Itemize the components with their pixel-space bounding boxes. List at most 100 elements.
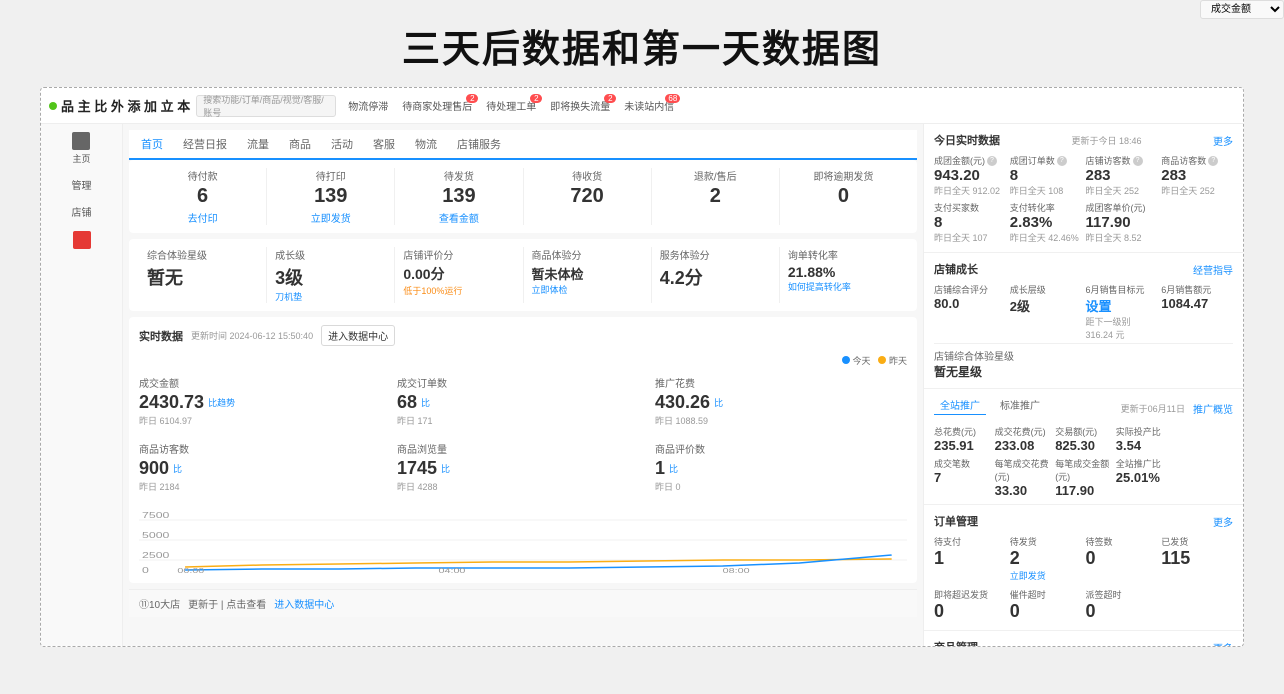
rating-sub[interactable]: 立即体检 [532, 283, 643, 296]
center-content: 首页 经营日报 流量 商品 活动 客服 物流 店铺服务 待付款 6 去付印 待打… [123, 124, 923, 646]
search-box[interactable]: 搜索功能/订单/商品/视觉/客服/账号 [196, 95, 336, 117]
metric-pageviews: 商品浏览量 1745 比 昨日 4288 [397, 437, 649, 497]
today-value: 283 [1086, 167, 1158, 184]
main-tabs: 首页 经营日报 流量 商品 活动 客服 物流 店铺服务 [129, 130, 917, 160]
rating-score: 店铺评价分 0.00分 低于100%运行 [395, 247, 523, 303]
tab-goods[interactable]: 商品 [285, 130, 315, 158]
nav-item-aftersale[interactable]: 待商家处理售后 2 [396, 96, 478, 115]
info-icon[interactable]: ? [1208, 156, 1218, 166]
nav-item-logistics[interactable]: 物流停滞 [342, 96, 394, 115]
rating-value: 0.00分 [403, 264, 514, 284]
growth-value-set[interactable]: 设置 [1086, 296, 1158, 315]
rating-sub[interactable]: 低于100%运行 [403, 284, 514, 297]
stat-link[interactable]: 查看金额 [403, 210, 514, 225]
sidebar-item-manage[interactable]: 管理 [72, 177, 92, 192]
growth-title: 店铺成长 [934, 261, 978, 277]
svg-text:08:00: 08:00 [723, 567, 750, 575]
order-value: 1 [934, 548, 1006, 569]
realtime-header: 实时数据 更新时间 2024-06-12 15:50:40 进入数据中心 [139, 325, 907, 346]
exp-value: 暂无星级 [934, 363, 1233, 380]
order-link[interactable]: 立即发货 [1010, 569, 1082, 582]
realtime-section: 实时数据 更新时间 2024-06-12 15:50:40 进入数据中心 今天 … [129, 317, 917, 583]
exp-title: 店铺综合体验星级 [934, 348, 1233, 363]
order-value: 115 [1161, 548, 1233, 569]
promo-grid-row1: 总花费(元) 235.91 成交花费(元) 233.08 交易额(元) 825.… [934, 425, 1233, 453]
today-realtime-section: 今日实时数据 更新于今日 18:46 更多 成团金额(元) ? 943.20 昨… [924, 124, 1243, 253]
rating-conversion: 询单转化率 21.88% 如何提高转化率 [780, 247, 907, 303]
svg-text:5000: 5000 [142, 532, 170, 540]
info-icon[interactable]: ? [1057, 156, 1067, 166]
order-shipped: 已发货 115 [1161, 535, 1233, 582]
growth-value: 2级 [1010, 296, 1082, 315]
chart-area: 7500 5000 2500 0 00:00 04:00 08:00 [139, 505, 907, 575]
main-content: 主页 管理 店铺 首页 经营日报 流量 商品 活动 客服 物流 店铺服务 [41, 124, 1243, 646]
stat-overdue: 即将逾期发货 0 [780, 168, 907, 225]
order-more[interactable]: 更多 [1213, 514, 1233, 529]
metric-value: 900 [139, 458, 169, 479]
sidebar-icon-home[interactable]: 主页 [72, 132, 90, 165]
store-growth-section: 店铺成长 经营指导 店铺综合评分 80.0 成长层级 2级 6月销售目标元 设置 [924, 253, 1243, 389]
rating-label: 服务体验分 [660, 247, 771, 262]
nav-item-traffic[interactable]: 即将换失流量 2 [544, 96, 616, 115]
realtime-meta: 更新时间 2024-06-12 15:50:40 [191, 329, 313, 342]
promo-value: 825.30 [1055, 438, 1112, 453]
bottom-sub: 更新于 | 点击查看 [188, 596, 266, 611]
tab-traffic[interactable]: 流量 [243, 130, 273, 158]
enter-data-center-button[interactable]: 进入数据中心 [321, 325, 395, 346]
order-label: 待支付 [934, 535, 1006, 548]
today-header: 今日实时数据 更新于今日 18:46 更多 [934, 132, 1233, 148]
stat-link[interactable]: 去付印 [147, 210, 258, 225]
stat-label: 退款/售后 [660, 168, 771, 183]
today-item-orders: 成团订单数 ? 8 昨日全天 108 [1010, 154, 1082, 197]
metric-trend[interactable]: 比 [441, 462, 450, 475]
nav-label: 待处理工单 [486, 102, 536, 113]
metric-trend[interactable]: 比 [714, 396, 723, 409]
metric-trend[interactable]: 比 [421, 396, 430, 409]
today-prev: 昨日全天 252 [1086, 184, 1158, 197]
metric-trend[interactable]: 比 [669, 462, 678, 475]
info-icon[interactable]: ? [987, 156, 997, 166]
order-header: 订单管理 更多 [934, 513, 1233, 529]
bottom-link[interactable]: 进入数据中心 [274, 596, 334, 611]
today-label: 支付买家数 [934, 201, 1006, 214]
metric-value: 68 [397, 392, 417, 413]
svg-text:7500: 7500 [142, 512, 170, 520]
today-item-visitors: 店铺访客数 ? 283 昨日全天 252 [1086, 154, 1158, 197]
goods-more[interactable]: 更多 [1213, 640, 1233, 647]
promo-tab-standard[interactable]: 标准推广 [994, 395, 1046, 415]
promo-more[interactable]: 推广概览 [1193, 401, 1233, 416]
rating-value: 4.2分 [660, 264, 771, 290]
metric-label: 成交金额 [139, 375, 391, 390]
stat-link[interactable]: 立即发货 [275, 210, 386, 225]
metric-label: 商品访客数 [139, 441, 391, 456]
nav-label: 未读站内信 [624, 102, 674, 113]
today-value: 943.20 [934, 167, 1006, 184]
growth-action[interactable]: 经营指导 [1193, 262, 1233, 277]
tab-store-service[interactable]: 店铺服务 [453, 130, 505, 158]
metric-trend[interactable]: 比趋势 [208, 396, 235, 409]
goods-title: 商品管理 [934, 639, 978, 646]
promo-label: 总花费(元) [934, 425, 991, 438]
promo-label: 交易额(元) [1055, 425, 1112, 438]
tab-logistics[interactable]: 物流 [411, 130, 441, 158]
tab-service[interactable]: 客服 [369, 130, 399, 158]
rating-sub[interactable]: 如何提高转化率 [788, 280, 899, 293]
order-grid-row1: 待支付 1 待发货 2 立即发货 待签数 0 已发货 115 [934, 535, 1233, 582]
tab-daily[interactable]: 经营日报 [179, 130, 231, 158]
info-icon[interactable]: ? [1133, 156, 1143, 166]
promo-label: 每笔成交花费(元) [995, 457, 1052, 483]
promo-tab-all[interactable]: 全站推广 [934, 395, 986, 415]
nav-item-workorder[interactable]: 待处理工单 2 [480, 96, 542, 115]
metric-value: 1745 [397, 458, 437, 479]
rating-sub[interactable]: 刀机垫 [275, 290, 386, 303]
today-more[interactable]: 更多 [1213, 133, 1233, 148]
sidebar-item-shop[interactable]: 店铺 [72, 204, 92, 219]
metric-trend[interactable]: 比 [173, 462, 182, 475]
divider [934, 343, 1233, 344]
tab-activity[interactable]: 活动 [327, 130, 357, 158]
tab-home[interactable]: 首页 [137, 130, 167, 160]
metric-prev: 昨日 0 [655, 480, 907, 493]
rating-product: 商品体验分 暂未体检 立即体检 [524, 247, 652, 303]
nav-item-messages[interactable]: 未读站内信 68 [618, 96, 680, 115]
stat-pending-print: 待打印 139 立即发货 [267, 168, 395, 225]
